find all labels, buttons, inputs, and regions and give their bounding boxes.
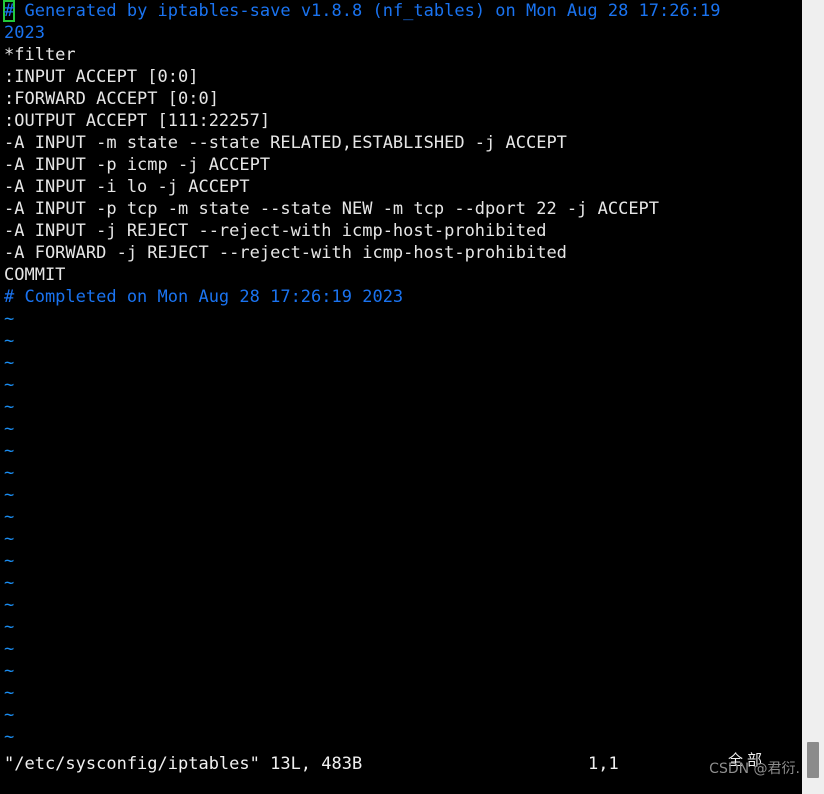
editor-empty-line-marker: ~: [4, 727, 15, 747]
editor-line[interactable]: # Generated by iptables-save v1.8.8 (nf_…: [0, 0, 802, 22]
editor-empty-line-marker: ~: [4, 705, 15, 725]
editor-empty-line-marker: ~: [4, 661, 15, 681]
editor-empty-line-marker: ~: [4, 595, 15, 615]
status-scroll-indicator: 全部: [728, 751, 767, 769]
editor-empty-line-marker: ~: [4, 573, 15, 593]
editor-line[interactable]: -A INPUT -i lo -j ACCEPT: [0, 176, 802, 198]
text-cursor: #: [4, 1, 15, 21]
status-cursor-position: 1,1: [588, 754, 619, 774]
editor-line[interactable]: -A FORWARD -j REJECT --reject-with icmp-…: [0, 242, 802, 264]
editor-line[interactable]: -A INPUT -p icmp -j ACCEPT: [0, 154, 802, 176]
editor-line[interactable]: -A INPUT -m state --state RELATED,ESTABL…: [0, 132, 802, 154]
editor-empty-line-marker: ~: [4, 485, 15, 505]
editor-filler-tildes: ~ ~ ~ ~ ~ ~ ~ ~ ~ ~ ~ ~ ~ ~ ~ ~ ~ ~ ~ ~: [0, 308, 802, 748]
editor-empty-line-marker: ~: [4, 683, 15, 703]
editor-empty-line-marker: ~: [4, 375, 15, 395]
editor-lines: # Generated by iptables-save v1.8.8 (nf_…: [0, 0, 802, 308]
vim-terminal-window: # Generated by iptables-save v1.8.8 (nf_…: [0, 0, 824, 794]
status-file-info: "/etc/sysconfig/iptables" 13L, 483B: [4, 754, 363, 774]
vertical-scrollbar[interactable]: [802, 0, 824, 794]
editor-line[interactable]: *filter: [0, 44, 802, 66]
editor-empty-line-marker: ~: [4, 617, 15, 637]
editor-empty-line-marker: ~: [4, 309, 15, 329]
scrollbar-thumb[interactable]: [807, 742, 819, 778]
editor-line[interactable]: -A INPUT -p tcp -m state --state NEW -m …: [0, 198, 802, 220]
editor-empty-line-marker: ~: [4, 353, 15, 373]
editor-empty-line-marker: ~: [4, 419, 15, 439]
editor-text-area[interactable]: # Generated by iptables-save v1.8.8 (nf_…: [0, 0, 802, 794]
editor-empty-line-marker: ~: [4, 639, 15, 659]
editor-empty-line-marker: ~: [4, 463, 15, 483]
editor-empty-line-marker: ~: [4, 529, 15, 549]
editor-line[interactable]: COMMIT: [0, 264, 802, 286]
editor-empty-line-marker: ~: [4, 551, 15, 571]
editor-line[interactable]: :OUTPUT ACCEPT [111:22257]: [0, 110, 802, 132]
editor-line[interactable]: # Completed on Mon Aug 28 17:26:19 2023: [0, 286, 802, 308]
status-line: "/etc/sysconfig/iptables" 13L, 483B 1,1 …: [0, 751, 802, 776]
editor-empty-line-marker: ~: [4, 397, 15, 417]
editor-empty-line-marker: ~: [4, 331, 15, 351]
editor-line[interactable]: 2023: [0, 22, 802, 44]
editor-line[interactable]: :FORWARD ACCEPT [0:0]: [0, 88, 802, 110]
editor-line-text: Generated by iptables-save v1.8.8 (nf_ta…: [14, 1, 721, 21]
editor-empty-line-marker: ~: [4, 441, 15, 461]
editor-line[interactable]: -A INPUT -j REJECT --reject-with icmp-ho…: [0, 220, 802, 242]
editor-line[interactable]: :INPUT ACCEPT [0:0]: [0, 66, 802, 88]
editor-empty-line-marker: ~: [4, 507, 15, 527]
